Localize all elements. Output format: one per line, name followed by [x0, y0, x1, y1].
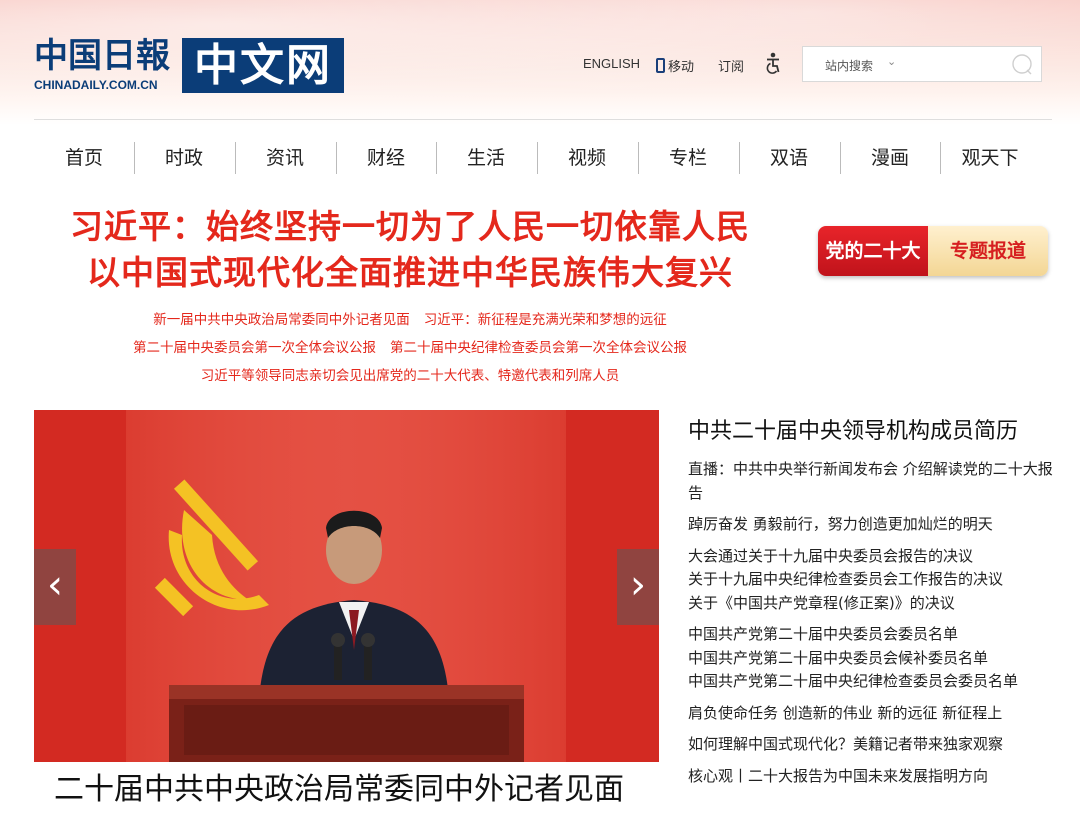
nav-item-home[interactable]: 首页 — [34, 136, 134, 180]
sub-link[interactable]: 第二十届中央纪律检查委员会第一次全体会议公报 — [390, 340, 687, 356]
side-news-link[interactable]: 关于《中国共产党章程(修正案)》的决议 — [688, 592, 1058, 616]
side-news-link[interactable]: 肩负使命任务 创造新的伟业 新的远征 新征程上 — [688, 702, 1058, 726]
logo-wordmark: 中国日報 CHINADAILY.COM.CN — [34, 36, 179, 96]
nav-item-columns[interactable]: 专栏 — [638, 136, 738, 180]
logo-english-text: CHINADAILY.COM.CN — [34, 78, 158, 92]
headline-line-1: 习近平：始终坚持一切为了人民一切依靠人民 — [70, 207, 750, 246]
side-block: 肩负使命任务 创造新的伟业 新的远征 新征程上 — [688, 702, 1058, 726]
side-news-link[interactable]: 中国共产党第二十届中央纪律检查委员会委员名单 — [688, 670, 1058, 694]
logo-chinese-text: 中国日報 — [34, 36, 170, 76]
nav-item-news[interactable]: 资讯 — [235, 136, 335, 180]
site-logo[interactable]: 中国日報 CHINADAILY.COM.CN 中文网 — [34, 36, 346, 96]
english-link[interactable]: ENGLISH — [583, 56, 640, 71]
side-news-link[interactable]: 大会通过关于十九届中央委员会报告的决议 — [688, 545, 1058, 569]
special-topic-banner[interactable]: 党的二十大 专题报道 — [818, 226, 1048, 276]
side-news-link[interactable]: 中国共产党第二十届中央委员会候补委员名单 — [688, 647, 1058, 671]
side-news-link[interactable]: 直播：中共中央举行新闻发布会 介绍解读党的二十大报告 — [688, 458, 1058, 505]
nav-item-comics[interactable]: 漫画 — [840, 136, 940, 180]
nav-item-world[interactable]: 观天下 — [940, 136, 1040, 180]
nav-item-bilingual[interactable]: 双语 — [739, 136, 839, 180]
carousel-prev-button[interactable]: ‹ — [34, 549, 76, 625]
side-block: 中国共产党第二十届中央委员会委员名单 中国共产党第二十届中央委员会候补委员名单 … — [688, 623, 1058, 694]
nav-item-politics[interactable]: 时政 — [134, 136, 234, 180]
side-title[interactable]: 中共二十届中央领导机构成员简历 — [688, 414, 1058, 450]
mobile-link[interactable]: 移动 — [656, 56, 694, 75]
sub-link[interactable]: 新一届中共中央政治局常委同中外记者见面 — [153, 312, 410, 328]
side-news-link[interactable]: 核心观丨二十大报告为中国未来发展指明方向 — [688, 765, 1058, 789]
side-block: 核心观丨二十大报告为中国未来发展指明方向 — [688, 765, 1058, 789]
search-icon[interactable] — [1011, 53, 1033, 75]
nav-item-finance[interactable]: 财经 — [336, 136, 436, 180]
top-headline[interactable]: 习近平：始终坚持一切为了人民一切依靠人民 以中国式现代化全面推进中华民族伟大复兴 — [34, 204, 786, 296]
accessibility-icon[interactable] — [763, 52, 783, 76]
hero-photo — [34, 410, 659, 762]
hero-slide-image[interactable] — [34, 410, 659, 762]
nav-item-video[interactable]: 视频 — [537, 136, 637, 180]
main-nav: 首页 时政 资讯 财经 生活 视频 专栏 双语 漫画 观天下 — [34, 136, 1052, 180]
phone-icon — [656, 58, 665, 73]
side-block: 直播：中共中央举行新闻发布会 介绍解读党的二十大报告 — [688, 458, 1058, 505]
mobile-label: 移动 — [668, 59, 695, 74]
sub-link[interactable]: 第二十届中央委员会第一次全体会议公报 — [133, 340, 376, 356]
search-scope-select[interactable]: 站内搜索 — [825, 57, 873, 74]
logo-channel-box: 中文网 — [182, 38, 344, 93]
subscribe-link[interactable]: 订阅 — [718, 56, 744, 75]
side-news-link[interactable]: 如何理解中国式现代化？美籍记者带来独家观察 — [688, 733, 1058, 757]
side-block: 踔厉奋发 勇毅前行，努力创造更加灿烂的明天 — [688, 513, 1058, 537]
side-news-column: 中共二十届中央领导机构成员简历 直播：中共中央举行新闻发布会 介绍解读党的二十大… — [688, 414, 1058, 788]
badge-topic-label: 专题报道 — [928, 226, 1048, 276]
search-input[interactable]: 站内搜索 ⌄ — [802, 46, 1042, 82]
side-block: 大会通过关于十九届中央委员会报告的决议 关于十九届中央纪律检查委员会工作报告的决… — [688, 545, 1058, 616]
chevron-down-icon: ⌄ — [887, 55, 897, 68]
headline-line-2: 以中国式现代化全面推进中华民族伟大复兴 — [87, 253, 733, 292]
side-block: 如何理解中国式现代化？美籍记者带来独家观察 — [688, 733, 1058, 757]
badge-event-label: 党的二十大 — [818, 226, 928, 276]
sub-link[interactable]: 习近平等领导同志亲切会见出席党的二十大代表、特邀代表和列席人员 — [201, 368, 620, 384]
header-divider — [34, 119, 1052, 120]
nav-item-life[interactable]: 生活 — [436, 136, 536, 180]
carousel-next-button[interactable]: › — [617, 549, 659, 625]
sub-link[interactable]: 习近平：新征程是充满光荣和梦想的远征 — [424, 312, 667, 328]
headline-sub-links: 新一届中共中央政治局常委同中外记者见面 习近平：新征程是充满光荣和梦想的远征 第二… — [34, 306, 786, 390]
hero-caption[interactable]: 二十届中共中央政治局常委同中外记者见面 — [54, 768, 624, 812]
side-news-link[interactable]: 关于十九届中央纪律检查委员会工作报告的决议 — [688, 568, 1058, 592]
side-news-link[interactable]: 踔厉奋发 勇毅前行，努力创造更加灿烂的明天 — [688, 513, 1058, 537]
side-news-link[interactable]: 中国共产党第二十届中央委员会委员名单 — [688, 623, 1058, 647]
